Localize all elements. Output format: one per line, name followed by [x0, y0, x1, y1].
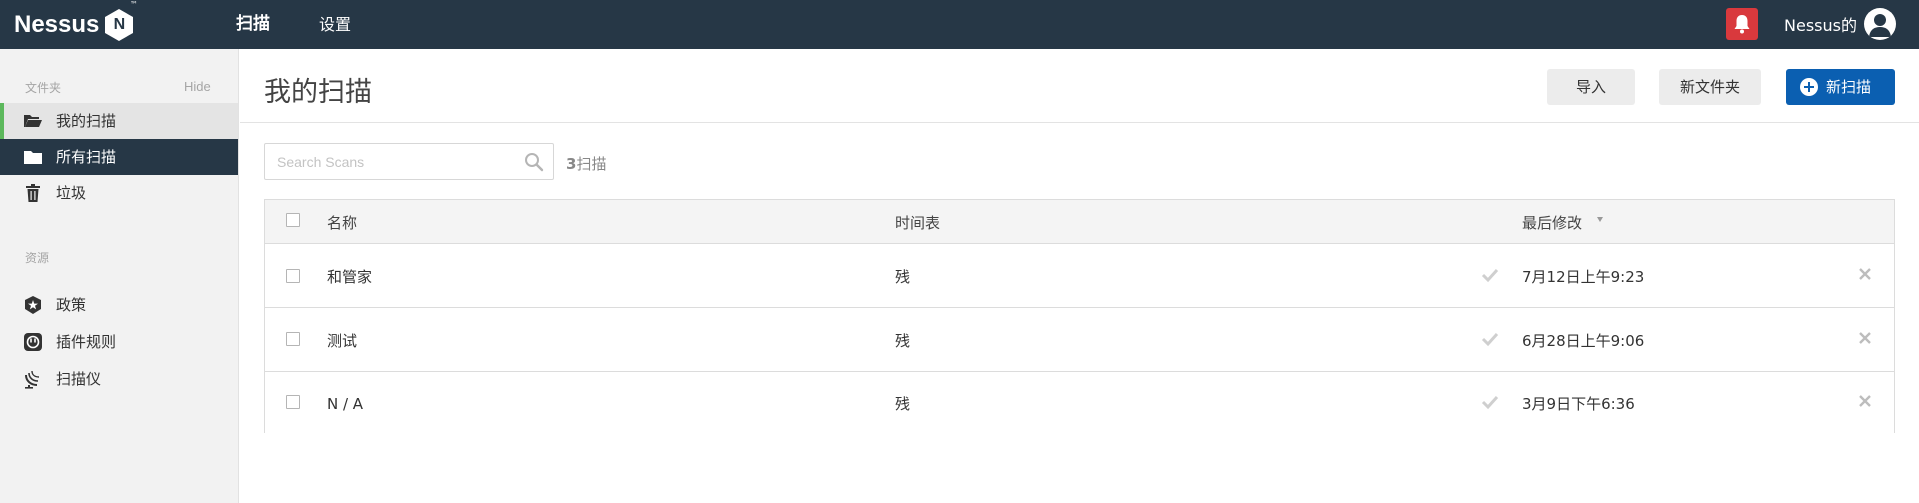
search-input[interactable]	[265, 144, 513, 179]
user-name[interactable]: Nessus的	[1784, 0, 1857, 49]
logo-trademark: ™	[130, 0, 138, 9]
new-folder-button[interactable]: 新文件夹	[1659, 69, 1761, 105]
row-modified: 3月9日下午6:36	[1522, 395, 1635, 413]
shield-star-icon	[25, 296, 41, 314]
sidebar-item-my-scans[interactable]: 我的扫描	[0, 103, 238, 139]
new-scan-label: 新扫描	[1826, 78, 1872, 96]
sidebar-item-label: 扫描仪	[56, 370, 102, 388]
logo-badge: N	[113, 16, 126, 33]
page-title: 我的扫描	[264, 77, 372, 108]
column-name-header[interactable]: 名称	[327, 200, 357, 244]
table-row[interactable]: N / A 残 3月9日下午6:36	[265, 372, 1894, 435]
sidebar: 文件夹 Hide 我的扫描 所有扫描 垃圾 资源 政策 插件规则 扫描仪	[0, 49, 239, 503]
sidebar-item-label: 政策	[56, 296, 87, 314]
scan-count: 3扫描	[566, 153, 606, 174]
row-modified: 6月28日上午9:06	[1522, 332, 1645, 350]
row-schedule: 残	[895, 332, 911, 350]
logo-hexagon-icon: N	[103, 8, 135, 42]
row-name: 和管家	[327, 268, 373, 286]
sidebar-item-trash[interactable]: 垃圾	[0, 175, 238, 211]
sidebar-item-label: 我的扫描	[56, 112, 117, 130]
sidebar-item-label: 插件规则	[56, 333, 117, 351]
sidebar-item-label: 所有扫描	[56, 148, 117, 166]
folders-heading: 文件夹	[25, 81, 62, 95]
sidebar-item-plugin-rules[interactable]: 插件规则	[0, 324, 238, 360]
delete-icon[interactable]	[1858, 267, 1872, 281]
new-scan-button[interactable]: 新扫描	[1786, 69, 1895, 105]
sidebar-item-all-scans[interactable]: 所有扫描	[0, 139, 238, 175]
trash-icon	[26, 184, 40, 202]
nav-scans[interactable]: 扫描	[236, 0, 270, 49]
search-box	[264, 143, 554, 180]
folder-open-icon	[24, 115, 42, 127]
delete-icon[interactable]	[1858, 394, 1872, 408]
bell-icon	[1734, 15, 1750, 34]
sidebar-item-label: 垃圾	[56, 184, 87, 202]
row-schedule: 残	[895, 395, 911, 413]
scan-count-label: 扫描	[576, 155, 607, 173]
import-button[interactable]: 导入	[1547, 69, 1635, 105]
row-checkbox[interactable]	[286, 332, 300, 346]
scans-table: 名称 时间表 最后修改 和管家 残 7月12日上午9:23 测试 残 6月28日…	[264, 199, 1895, 435]
hide-sidebar-link[interactable]: Hide	[184, 79, 211, 94]
logo-text: Nessus	[14, 11, 100, 38]
nessus-logo[interactable]: Nessus N	[14, 8, 135, 42]
row-schedule: 残	[895, 268, 911, 286]
folder-icon	[24, 151, 42, 164]
checkmark-icon[interactable]	[1481, 394, 1499, 410]
top-bar: Nessus N ™ 扫描 设置 Nessus的	[0, 0, 1919, 49]
table-row[interactable]: 和管家 残 7月12日上午9:23	[265, 245, 1894, 308]
search-icon[interactable]	[523, 151, 545, 173]
nav-settings[interactable]: 设置	[319, 0, 351, 49]
row-checkbox[interactable]	[286, 395, 300, 409]
checkmark-icon[interactable]	[1481, 267, 1499, 283]
table-row[interactable]: 测试 残 6月28日上午9:06	[265, 309, 1894, 372]
table-header: 名称 时间表 最后修改	[265, 200, 1894, 244]
row-name: 测试	[327, 332, 358, 350]
notifications-button[interactable]	[1726, 8, 1758, 40]
row-name: N / A	[327, 395, 364, 413]
scan-count-number: 3	[566, 155, 577, 173]
row-modified: 7月12日上午9:23	[1522, 268, 1645, 286]
sidebar-item-scanners[interactable]: 扫描仪	[0, 361, 238, 397]
resources-heading: 资源	[25, 251, 50, 265]
select-all-checkbox[interactable]	[286, 213, 300, 227]
header-divider	[240, 122, 1919, 123]
column-schedule-header[interactable]: 时间表	[895, 200, 940, 244]
sort-caret-icon	[1597, 217, 1603, 222]
checkmark-icon[interactable]	[1481, 331, 1499, 347]
radar-dish-icon	[25, 370, 40, 389]
plus-circle-icon	[1800, 78, 1818, 96]
delete-icon[interactable]	[1858, 331, 1872, 345]
sidebar-item-policies[interactable]: 政策	[0, 287, 238, 323]
user-avatar-icon[interactable]	[1864, 8, 1896, 40]
plug-rule-icon	[24, 333, 42, 351]
column-last-modified-header[interactable]: 最后修改	[1522, 200, 1582, 244]
row-checkbox[interactable]	[286, 269, 300, 283]
